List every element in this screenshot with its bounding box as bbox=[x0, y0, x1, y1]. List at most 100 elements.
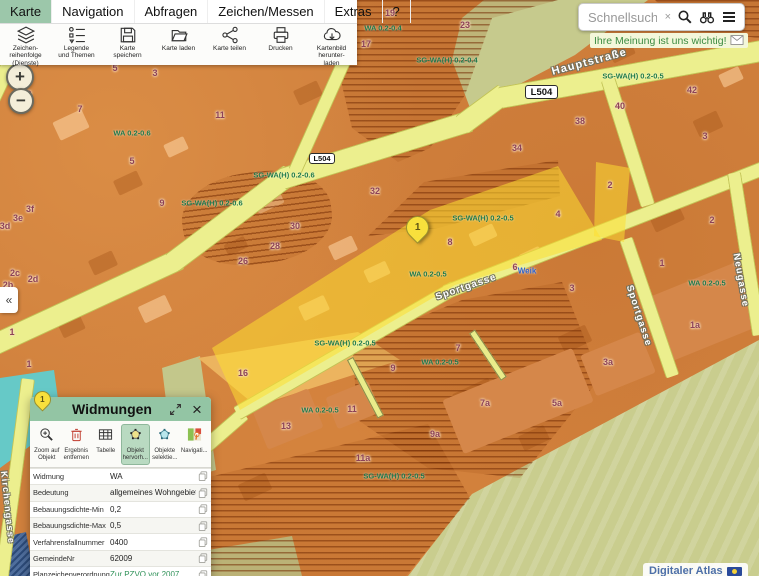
panel-tool-0[interactable]: Zoom auf Objekt bbox=[32, 424, 62, 465]
feedback-text: Ihre Meinung ist uns wichtig! bbox=[594, 35, 726, 47]
parcel-number: 2 bbox=[709, 215, 714, 225]
menu-tool-label: Drucken bbox=[268, 45, 292, 52]
trash-icon bbox=[69, 427, 84, 447]
menu-tab-3[interactable]: Zeichen/Messen bbox=[208, 0, 324, 23]
menu-tab-0[interactable]: Karte bbox=[0, 0, 52, 23]
zone-label: WA 0.2-0.5 bbox=[688, 279, 725, 288]
parcel-number: 1a bbox=[690, 320, 700, 330]
zoom-out-button[interactable]: − bbox=[8, 88, 34, 114]
parcel-number: 34 bbox=[512, 143, 522, 153]
menu-tool-label: Kartenbild herunter- laden bbox=[317, 45, 346, 67]
menu-tool-3[interactable]: Karte laden bbox=[153, 26, 204, 52]
legend-icon bbox=[67, 26, 87, 44]
parcel-number: 3 bbox=[569, 283, 574, 293]
binoculars-icon[interactable] bbox=[699, 9, 715, 25]
clear-icon[interactable]: × bbox=[665, 11, 671, 23]
map-attribution: Digitaler Atlas bbox=[643, 563, 748, 576]
copy-icon[interactable] bbox=[196, 570, 208, 576]
sidebar-collapse-button[interactable]: « bbox=[0, 287, 18, 313]
panel-tool-3[interactable]: Objekt hervorh... bbox=[121, 424, 151, 465]
parcel-number: 3a bbox=[603, 357, 613, 367]
copy-icon[interactable] bbox=[196, 488, 208, 498]
menu-tool-0[interactable]: Zeichen- reihenfolge (Dienste) bbox=[0, 26, 51, 67]
menu-tool-label: Karte teilen bbox=[213, 45, 246, 52]
zone-label: SG-WA(H) 0.2-0.5 bbox=[602, 72, 663, 81]
gis-application: 537911593f3e3d19231742403834323028268463… bbox=[0, 0, 759, 576]
menu-tab-1[interactable]: Navigation bbox=[52, 0, 134, 23]
navigate-icon bbox=[187, 427, 202, 447]
menu-tab-2[interactable]: Abfragen bbox=[135, 0, 209, 23]
quick-search-box: × bbox=[578, 3, 745, 31]
copy-icon[interactable] bbox=[196, 471, 208, 481]
parcel-number: 13 bbox=[281, 421, 291, 431]
parcel-number: 23 bbox=[460, 20, 470, 30]
parcel-number: 2 bbox=[607, 180, 612, 190]
panel-tool-4[interactable]: Objekte selektie... bbox=[150, 424, 180, 465]
copy-icon[interactable] bbox=[196, 504, 208, 514]
zoom-object-icon bbox=[39, 427, 54, 447]
attribute-table: WidmungWABedeutungallgemeines Wohngebiet… bbox=[30, 468, 211, 576]
row-label: GemeindeNr bbox=[33, 554, 110, 563]
menu-tool-6[interactable]: Kartenbild herunter- laden bbox=[306, 26, 357, 67]
close-icon[interactable]: × bbox=[189, 401, 205, 417]
parcel-number: 5 bbox=[129, 156, 134, 166]
parcel-number: 16 bbox=[238, 368, 248, 378]
highlight-object-icon bbox=[128, 427, 143, 447]
row-value: 0,2 bbox=[110, 505, 196, 514]
menu-tool-4[interactable]: Karte teilen bbox=[204, 26, 255, 52]
parcel-number: 2d bbox=[28, 274, 39, 284]
zone-label: SG-WA(H) 0.2-0.6 bbox=[181, 199, 242, 208]
parcel-number: 17 bbox=[361, 39, 371, 49]
printer-icon bbox=[271, 26, 291, 44]
parcel-number: 30 bbox=[290, 221, 300, 231]
road-shield: L504 bbox=[525, 85, 558, 99]
menu-tool-label: Legende und Themen bbox=[58, 45, 94, 60]
menu-tab-4[interactable]: Extras bbox=[325, 0, 383, 23]
zoom-out-label: − bbox=[16, 91, 26, 111]
table-icon bbox=[98, 427, 113, 447]
panel-title: Widmungen bbox=[72, 401, 152, 417]
menu-tool-5[interactable]: Drucken bbox=[255, 26, 306, 52]
menu-tool-label: Zeichen- reihenfolge (Dienste) bbox=[9, 45, 41, 67]
copy-icon[interactable] bbox=[196, 553, 208, 563]
parcel-number: 9a bbox=[430, 429, 440, 439]
parcel-number: 9 bbox=[390, 363, 395, 373]
parcel-number: 7 bbox=[455, 343, 460, 353]
panel-tool-2[interactable]: Tabelle bbox=[91, 424, 121, 465]
menu-tab-5[interactable]: ? bbox=[383, 0, 411, 23]
search-icon[interactable] bbox=[677, 9, 693, 25]
row-value: WA bbox=[110, 472, 196, 481]
table-row: WidmungWA bbox=[30, 468, 211, 484]
search-input[interactable] bbox=[586, 9, 659, 26]
parcel-number: 28 bbox=[270, 241, 280, 251]
feedback-banner[interactable]: Ihre Meinung ist uns wichtig! bbox=[590, 33, 748, 48]
expand-icon[interactable] bbox=[167, 401, 183, 417]
copy-icon[interactable] bbox=[196, 537, 208, 547]
collapse-icon: « bbox=[6, 293, 13, 307]
share-icon bbox=[220, 26, 240, 44]
row-label: Bedeutung bbox=[33, 488, 110, 497]
parcel-number: 1 bbox=[26, 359, 31, 369]
row-value[interactable]: Zur PZVO vor 2007 bbox=[110, 570, 196, 576]
zone-label: SG-WA(H) 0.2-0.4 bbox=[416, 56, 477, 65]
menu-icon[interactable] bbox=[721, 9, 737, 25]
panel-tool-label: Tabelle bbox=[96, 448, 115, 455]
panel-tool-label: Navigati... bbox=[181, 448, 208, 455]
parcel-number: 3d bbox=[0, 221, 10, 231]
cloud-download-icon bbox=[322, 26, 342, 44]
table-row: Bedeutungallgemeines Wohngebiet bbox=[30, 484, 211, 500]
parcel-number: 1 bbox=[659, 258, 664, 268]
menu-tool-2[interactable]: Karte speichern bbox=[102, 26, 153, 60]
zoom-in-label: + bbox=[15, 67, 25, 87]
parcel-number: 11 bbox=[215, 110, 225, 120]
copy-icon[interactable] bbox=[196, 521, 208, 531]
main-menu: KarteNavigationAbfragenZeichen/MessenExt… bbox=[0, 0, 357, 65]
menu-tool-1[interactable]: Legende und Themen bbox=[51, 26, 102, 60]
parcel-number: 1 bbox=[9, 327, 14, 337]
panel-tool-label: Zoom auf Objekt bbox=[34, 448, 59, 462]
panel-tool-1[interactable]: Ergebnis entfernen bbox=[62, 424, 92, 465]
panel-tool-5[interactable]: Navigati... bbox=[180, 424, 210, 465]
parcel-number: 32 bbox=[370, 186, 380, 196]
attribution-text: Digitaler Atlas bbox=[649, 565, 723, 576]
zone-label: SG-WA(H) 0.2-0.5 bbox=[314, 339, 375, 348]
